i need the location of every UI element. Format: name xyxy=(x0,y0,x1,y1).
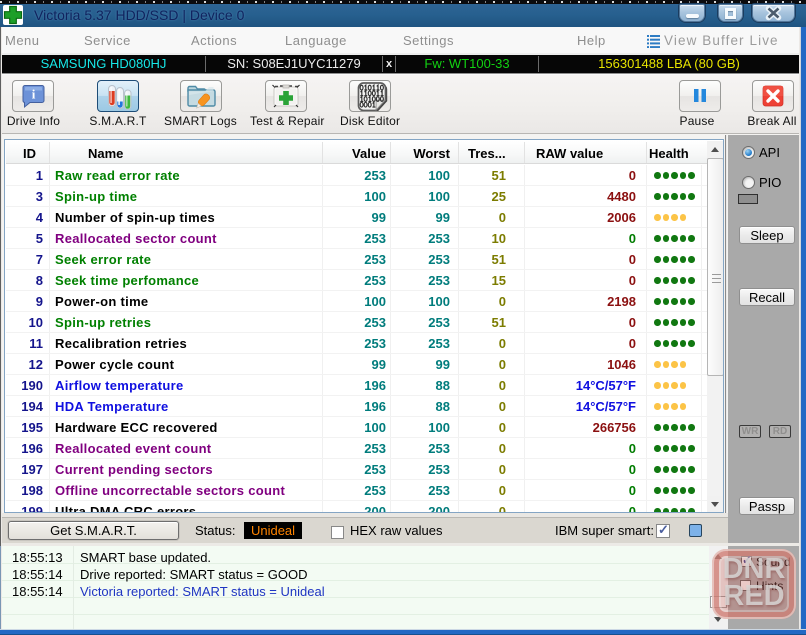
svg-text:i: i xyxy=(32,87,36,102)
